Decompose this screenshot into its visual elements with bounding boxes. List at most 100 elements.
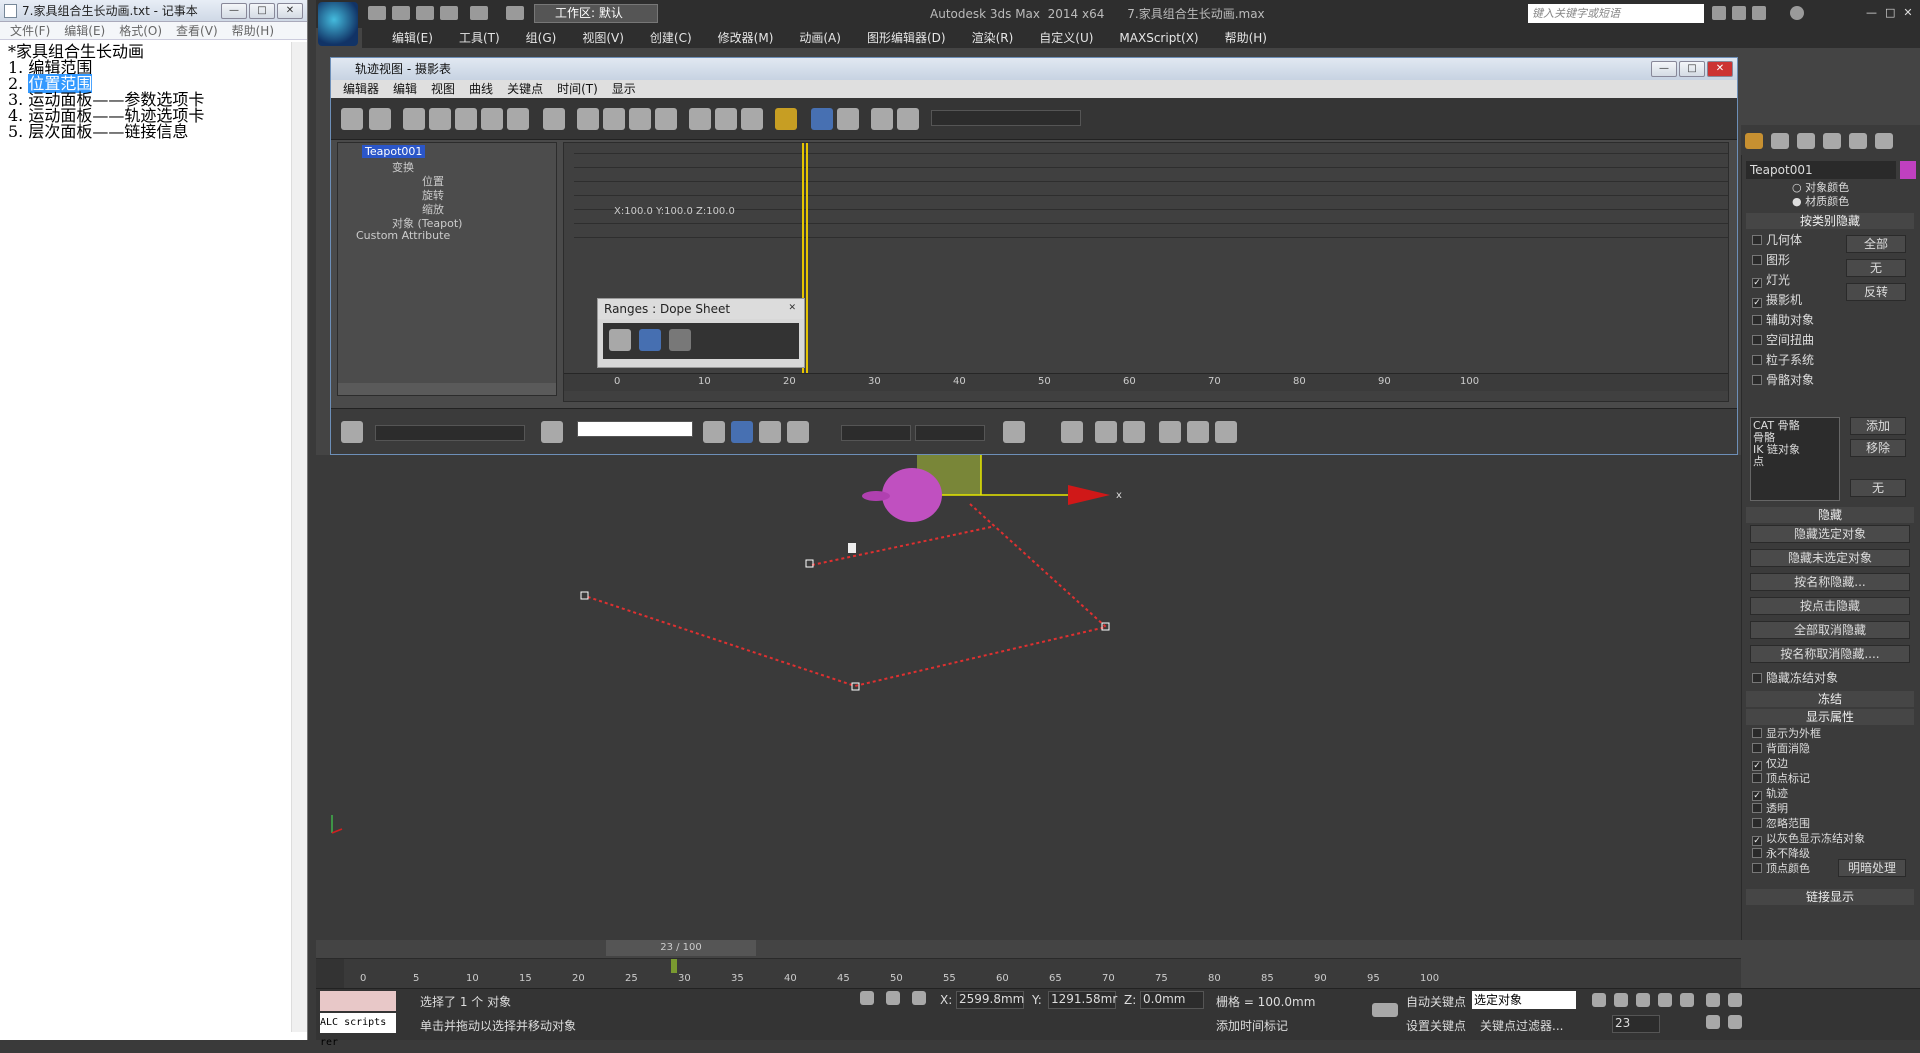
- modify-child-keys-icon[interactable]: [897, 108, 919, 130]
- display-property-checkbox[interactable]: 背面消隐: [1752, 742, 1810, 756]
- menu-help[interactable]: 帮助(H): [232, 22, 274, 39]
- unhide-by-name-button[interactable]: 按名称取消隐藏....: [1750, 645, 1910, 663]
- notepad-text-area[interactable]: *家具组合生长动画 1. 编辑范围 2. 位置范围 3. 运动面板——参数选项卡…: [0, 40, 307, 144]
- max-logo-icon[interactable]: [318, 2, 358, 46]
- snap-icon[interactable]: [759, 421, 781, 443]
- display-property-checkbox[interactable]: 永不降级: [1752, 847, 1810, 861]
- binoculars-icon[interactable]: [1712, 6, 1726, 20]
- auto-key-button[interactable]: 自动关键点: [1406, 993, 1466, 1010]
- tv-minimize-button[interactable]: —: [1651, 61, 1677, 77]
- max-minimize-button[interactable]: —: [1866, 6, 1877, 19]
- track-bar[interactable]: 0 5 10 15 20 25 30 35 40 45 50 55 60 65 70 75 80 85 90 95 10…: [316, 958, 1741, 989]
- communication-icon[interactable]: [1732, 6, 1746, 20]
- category-checkbox[interactable]: ✓ 灯光: [1752, 273, 1790, 288]
- transform-mode-icon[interactable]: [912, 991, 926, 1005]
- tv-menu-time[interactable]: 时间(T): [557, 80, 598, 98]
- display-property-checkbox[interactable]: 透明: [1752, 802, 1788, 816]
- hide-selected-button[interactable]: 隐藏选定对象: [1750, 525, 1910, 543]
- selection-field[interactable]: [375, 425, 525, 441]
- list-item[interactable]: 点: [1753, 456, 1837, 468]
- minimize-button[interactable]: —: [221, 3, 247, 19]
- menu-view[interactable]: 查看(V): [176, 22, 218, 39]
- create-tab-icon[interactable]: [1745, 133, 1763, 149]
- tv-menu-curves[interactable]: 曲线: [469, 80, 493, 98]
- paste-icon[interactable]: [741, 108, 763, 130]
- category-checkbox[interactable]: 骨骼对象: [1752, 373, 1814, 387]
- notepad-title-bar[interactable]: 7.家具组合生长动画.txt - 记事本 — □ ✕: [0, 0, 307, 22]
- help-icon[interactable]: [1790, 6, 1804, 20]
- selection-set-dropdown[interactable]: 选定对象: [1472, 991, 1576, 1009]
- y-coordinate[interactable]: 1291.58mr: [1048, 991, 1117, 1009]
- recouple-ranges-icon[interactable]: [669, 329, 691, 351]
- play-icon[interactable]: [1636, 993, 1650, 1007]
- lock-icon[interactable]: [775, 108, 797, 130]
- insert-time-icon[interactable]: [655, 108, 677, 130]
- gizmo-arrow[interactable]: [1068, 485, 1110, 505]
- category-list-box[interactable]: CAT 骨骼 骨骼 IK 链对象 点: [1750, 417, 1840, 501]
- hide-header[interactable]: 隐藏: [1746, 507, 1914, 523]
- add-time-tag[interactable]: 添加时间标记: [1216, 1017, 1288, 1034]
- zoom-all-icon[interactable]: [1728, 993, 1742, 1007]
- display-property-checkbox[interactable]: 显示为外框: [1752, 727, 1821, 741]
- add-button[interactable]: 添加: [1850, 417, 1906, 435]
- display-tab-icon[interactable]: [1849, 133, 1867, 149]
- zoom-horizontal-icon[interactable]: [1095, 421, 1117, 443]
- maxscript-listener[interactable]: ALC scripts rer: [320, 1013, 396, 1048]
- move-keys-icon[interactable]: [429, 108, 451, 130]
- all-button[interactable]: 全部: [1846, 235, 1906, 253]
- notepad-scrollbar[interactable]: [291, 42, 307, 1032]
- toolbar-field[interactable]: [931, 110, 1081, 126]
- zoom-selected-icon[interactable]: [341, 421, 363, 443]
- list-item[interactable]: IK 链对象: [1753, 444, 1837, 456]
- scale-time-icon[interactable]: [629, 108, 651, 130]
- modify-subtree-icon[interactable]: [871, 108, 893, 130]
- previous-frame-icon[interactable]: [1614, 993, 1628, 1007]
- invert-button[interactable]: 反转: [1846, 283, 1906, 301]
- display-property-checkbox[interactable]: ✓ 以灰色显示冻结对象: [1752, 832, 1865, 846]
- hide-by-hit-button[interactable]: 按点击隐藏: [1750, 597, 1910, 615]
- category-checkbox[interactable]: 图形: [1752, 253, 1790, 267]
- object-name-field[interactable]: Teapot001: [1746, 161, 1896, 179]
- hide-by-name-button[interactable]: 按名称隐藏...: [1750, 573, 1910, 591]
- category-checkbox[interactable]: ✓ 摄影机: [1752, 293, 1802, 308]
- display-property-checkbox[interactable]: 顶点标记: [1752, 772, 1810, 786]
- trajectory-key[interactable]: [580, 591, 589, 600]
- ranges-close-icon[interactable]: ✕: [788, 303, 796, 313]
- undo-icon[interactable]: [440, 6, 458, 20]
- search-input[interactable]: 键入关键字或短语: [1528, 4, 1704, 23]
- scale-keys-icon[interactable]: [507, 108, 529, 130]
- hierarchy-tab-icon[interactable]: [1797, 133, 1815, 149]
- category-checkbox[interactable]: 几何体: [1752, 233, 1802, 247]
- cut-icon[interactable]: [689, 108, 711, 130]
- display-property-checkbox[interactable]: 顶点颜色: [1752, 862, 1810, 876]
- new-icon[interactable]: [368, 6, 386, 20]
- orbit-icon[interactable]: [1728, 1015, 1742, 1029]
- menu-views[interactable]: 视图(V): [582, 28, 624, 48]
- reverse-time-icon[interactable]: [603, 108, 625, 130]
- slide-keys-icon[interactable]: [455, 108, 477, 130]
- track-view-title-bar[interactable]: 轨迹视图 - 摄影表 — □ ✕: [331, 58, 1737, 80]
- menu-format[interactable]: 格式(O): [119, 22, 162, 39]
- copy-icon[interactable]: [715, 108, 737, 130]
- x-coordinate[interactable]: 2599.8mm: [956, 991, 1024, 1009]
- pan-view-icon[interactable]: [1706, 1015, 1720, 1029]
- open-icon[interactable]: [392, 6, 410, 20]
- add-remove-key-icon[interactable]: [481, 108, 503, 130]
- go-to-start-icon[interactable]: [1592, 993, 1606, 1007]
- workspace-dropdown[interactable]: 工作区: 默认: [534, 4, 658, 23]
- close-button[interactable]: ✕: [277, 3, 303, 19]
- tv-close-button[interactable]: ✕: [1707, 61, 1733, 77]
- maximize-button[interactable]: □: [249, 3, 275, 19]
- filter-icon[interactable]: [403, 108, 425, 130]
- go-to-end-icon[interactable]: [1680, 993, 1694, 1007]
- select-by-name-icon[interactable]: [541, 421, 563, 443]
- menu-customize[interactable]: 自定义(U): [1039, 28, 1093, 48]
- max-close-button[interactable]: ✕: [1903, 6, 1912, 19]
- key-icon[interactable]: [1372, 1003, 1398, 1017]
- category-checkbox[interactable]: 空间扭曲: [1752, 333, 1814, 347]
- teapot-object[interactable]: [882, 468, 942, 522]
- menu-file[interactable]: 文件(F): [10, 22, 50, 39]
- object-color-swatch[interactable]: [1900, 161, 1916, 179]
- freeze-header[interactable]: 冻结: [1746, 691, 1914, 707]
- menu-edit[interactable]: 编辑(E): [64, 22, 105, 39]
